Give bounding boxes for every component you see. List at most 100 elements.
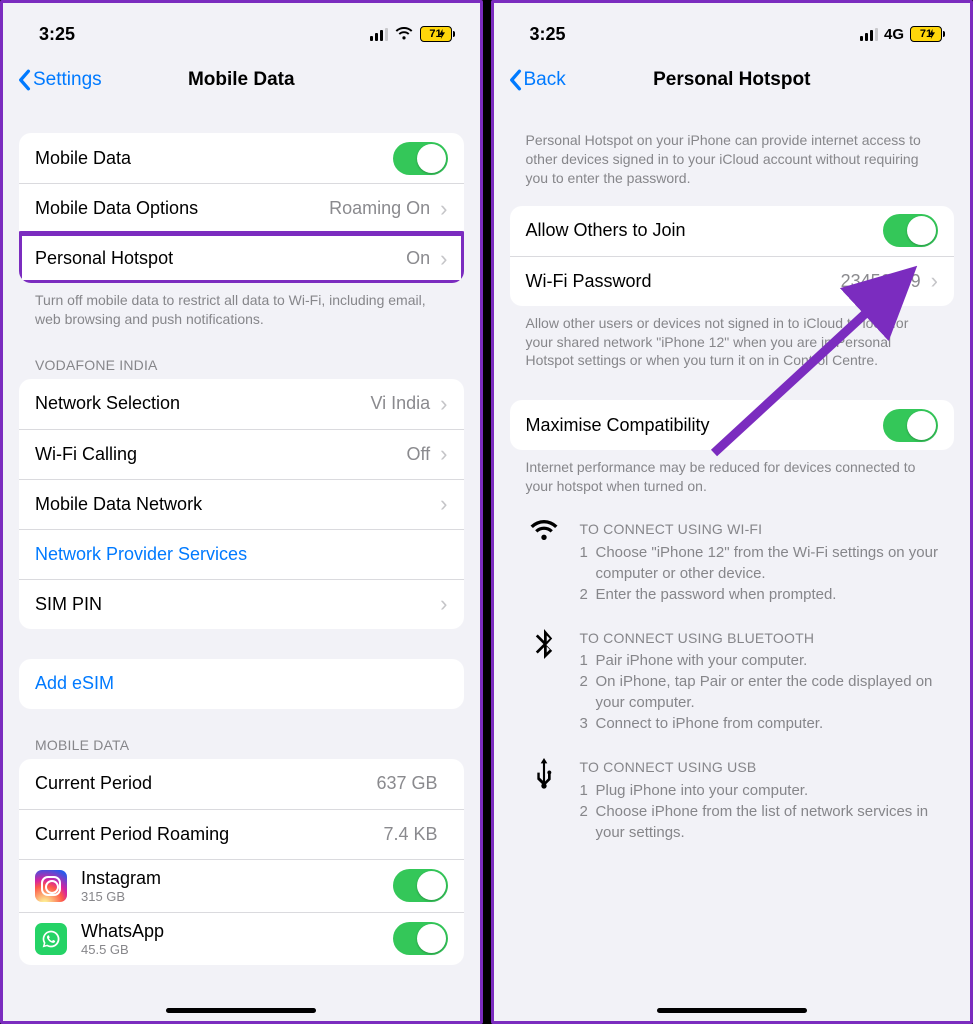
row-current-period[interactable]: Current Period 637 GB [19,759,464,809]
instr-line: Choose "iPhone 12" from the Wi-Fi settin… [596,542,939,584]
row-app-instagram[interactable]: Instagram 315 GB [19,859,464,912]
max-compat-toggle[interactable] [883,409,938,442]
row-mobile-data-options[interactable]: Mobile Data Options Roaming On › [19,183,464,233]
app-name: WhatsApp [81,921,164,942]
label: Personal Hotspot [35,248,406,269]
row-mobile-data-network[interactable]: Mobile Data Network › [19,479,464,529]
instr-line: Choose iPhone from the list of network s… [596,801,939,843]
back-label: Settings [33,69,102,91]
label: Wi-Fi Calling [35,444,406,465]
label: Mobile Data [35,148,393,169]
status-bar: 3:25 4G 71 [494,3,971,57]
instr-heading: TO CONNECT USING WI-FI [580,520,939,540]
battery-icon: 71 [420,26,452,42]
detail: Roaming On [329,198,430,219]
row-maximise-compatibility[interactable]: Maximise Compatibility [510,400,955,450]
row-app-whatsapp[interactable]: WhatsApp 45.5 GB [19,912,464,965]
section-header-carrier: VODAFONE INDIA [19,329,464,379]
allow-others-toggle[interactable] [883,214,938,247]
label: Maximise Compatibility [526,415,884,436]
chevron-left-icon [17,69,31,91]
detail: 637 GB [376,773,437,794]
network-type: 4G [884,26,904,43]
wifi-icon [394,27,414,41]
content-scroll[interactable]: Mobile Data Mobile Data Options Roaming … [3,103,480,1021]
row-add-esim[interactable]: Add eSIM [19,659,464,709]
app-name: Instagram [81,868,161,889]
status-time: 3:25 [39,24,75,45]
label: Current Period Roaming [35,824,383,845]
chevron-right-icon: › [440,593,447,615]
label: Mobile Data Network [35,494,440,515]
back-button[interactable]: Back [508,69,566,91]
label: Wi-Fi Password [526,271,841,292]
battery-icon: 71 [910,26,942,42]
detail: Off [406,444,430,465]
row-wifi-password[interactable]: Wi-Fi Password 23456789 › [510,256,955,306]
footer-text: Internet performance may be reduced for … [510,450,955,496]
instr-line: Plug iPhone into your computer. [596,780,809,801]
footer-text: Turn off mobile data to restrict all dat… [19,283,464,329]
instr-heading: TO CONNECT USING BLUETOOTH [580,629,939,649]
row-network-selection[interactable]: Network Selection Vi India › [19,379,464,429]
instructions-bluetooth: TO CONNECT USING BLUETOOTH 1Pair iPhone … [510,605,955,735]
cellular-signal-icon [370,28,388,41]
section-header-usage: MOBILE DATA [19,709,464,759]
row-provider-services[interactable]: Network Provider Services [19,529,464,579]
label: Mobile Data Options [35,198,329,219]
app-usage: 45.5 GB [81,942,164,957]
nav-bar: Settings Mobile Data [3,57,480,103]
instructions-usb: TO CONNECT USING USB 1Plug iPhone into y… [510,734,955,843]
status-bar: 3:25 71 [3,3,480,57]
label: SIM PIN [35,594,440,615]
home-indicator[interactable] [166,1008,316,1013]
intro-text: Personal Hotspot on your iPhone can prov… [510,103,955,188]
label: Allow Others to Join [526,220,884,241]
instr-line: Enter the password when prompted. [596,584,837,605]
row-current-period-roaming[interactable]: Current Period Roaming 7.4 KB [19,809,464,859]
cellular-signal-icon [860,28,878,41]
chevron-left-icon [508,69,522,91]
row-sim-pin[interactable]: SIM PIN › [19,579,464,629]
chevron-right-icon: › [440,443,447,465]
chevron-right-icon: › [440,393,447,415]
wifi-icon [526,520,562,605]
footer-text: Allow other users or devices not signed … [510,306,955,371]
right-phone-screen: 3:25 4G 71 Back Personal Hotspot Persona… [491,0,973,1024]
row-mobile-data[interactable]: Mobile Data [19,133,464,183]
bluetooth-icon [526,629,562,735]
nav-bar: Back Personal Hotspot [494,57,971,103]
instr-heading: TO CONNECT USING USB [580,758,939,778]
instr-line: Connect to iPhone from computer. [596,713,824,734]
status-time: 3:25 [530,24,566,45]
app-usage: 315 GB [81,889,161,904]
row-wifi-calling[interactable]: Wi-Fi Calling Off › [19,429,464,479]
content-scroll[interactable]: Personal Hotspot on your iPhone can prov… [494,103,971,1021]
chevron-right-icon: › [440,248,447,270]
instagram-toggle[interactable] [393,869,448,902]
whatsapp-toggle[interactable] [393,922,448,955]
label: Network Selection [35,393,370,414]
instructions-wifi: TO CONNECT USING WI-FI 1Choose "iPhone 1… [510,496,955,605]
detail: 7.4 KB [383,824,437,845]
back-label: Back [524,69,566,91]
usb-icon [526,758,562,843]
detail: Vi India [370,393,430,414]
whatsapp-icon [35,923,67,955]
instagram-icon [35,870,67,902]
label: Current Period [35,773,376,794]
mobile-data-toggle[interactable] [393,142,448,175]
detail: 23456789 [841,271,921,292]
label: Network Provider Services [35,544,448,565]
label: Add eSIM [35,673,448,694]
chevron-right-icon: › [931,270,938,292]
detail: On [406,248,430,269]
home-indicator[interactable] [657,1008,807,1013]
chevron-right-icon: › [440,198,447,220]
back-button[interactable]: Settings [17,69,102,91]
row-personal-hotspot[interactable]: Personal Hotspot On › [19,233,464,283]
chevron-right-icon: › [440,493,447,515]
row-allow-others[interactable]: Allow Others to Join [510,206,955,256]
instr-line: Pair iPhone with your computer. [596,650,808,671]
left-phone-screen: 3:25 71 Settings Mobile Data Mobile Data… [0,0,483,1024]
